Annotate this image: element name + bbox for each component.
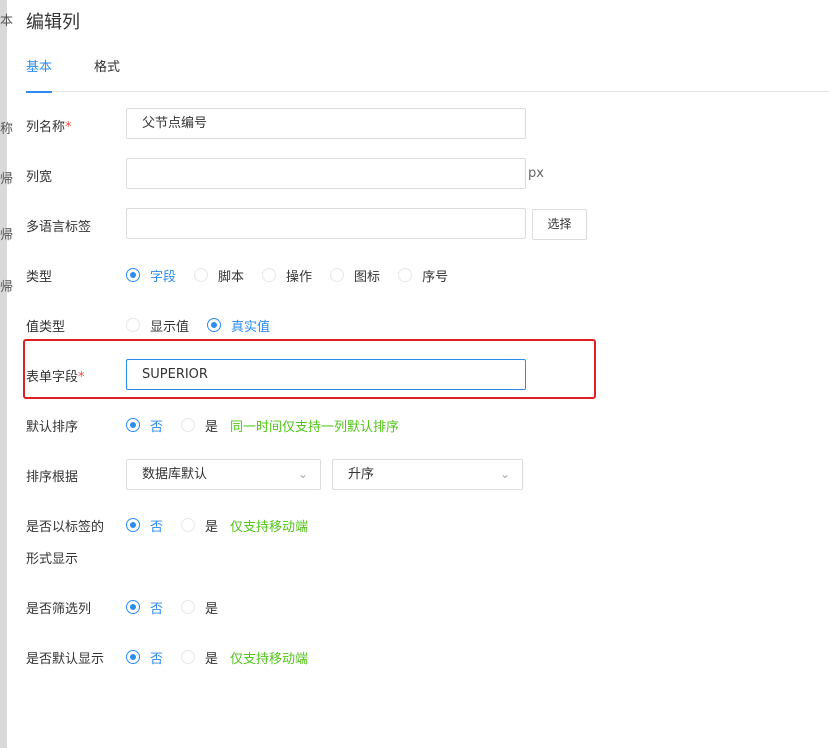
- radio-unchecked-icon: [398, 268, 413, 282]
- radio-checked-icon: [207, 318, 222, 332]
- default-display-option-no[interactable]: 否: [126, 648, 163, 667]
- default-display-radio-group: 否 是 仅支持移动端: [126, 647, 308, 667]
- radio-checked-icon: [126, 268, 140, 282]
- radio-checked-icon: [126, 600, 140, 614]
- i18n-label-label: 多语言标签: [26, 220, 92, 235]
- background-window-edge: [0, 0, 7, 748]
- tab-format[interactable]: 格式: [94, 58, 120, 92]
- filter-column-label: 是否筛选列: [26, 602, 92, 617]
- default-display-hint: 仅支持移动端: [230, 651, 309, 667]
- i18n-label-input[interactable]: [126, 208, 526, 239]
- value-type-option-real[interactable]: 真实值: [207, 316, 270, 335]
- radio-unchecked-icon: [194, 268, 209, 282]
- show-as-tag-label-line1: 是否以标签的: [26, 520, 105, 535]
- radio-unchecked-icon: [181, 418, 196, 432]
- radio-unchecked-icon: [181, 600, 196, 614]
- radio-unchecked-icon: [330, 268, 345, 282]
- filter-column-option-no[interactable]: 否: [126, 598, 163, 617]
- type-radio-group: 字段 脚本 操作 图标 序号: [126, 265, 466, 285]
- filter-column-option-yes[interactable]: 是: [181, 598, 218, 617]
- type-option-icon[interactable]: 图标: [330, 266, 380, 285]
- type-option-action[interactable]: 操作: [262, 266, 312, 285]
- background-text-fragment: 本: [0, 14, 14, 29]
- type-label: 类型: [26, 270, 53, 285]
- px-unit-suffix: px: [528, 166, 544, 181]
- value-type-label: 值类型: [26, 320, 66, 335]
- tab-basic[interactable]: 基本: [26, 58, 53, 93]
- column-width-label: 列宽: [26, 170, 53, 185]
- default-sort-radio-group: 否 是 同一时间仅支持一列默认排序: [126, 415, 399, 435]
- dialog-title: 编辑列: [26, 12, 80, 33]
- show-as-tag-option-no[interactable]: 否: [126, 516, 163, 535]
- background-text-fragment: 帰: [0, 172, 14, 187]
- radio-checked-icon: [126, 418, 140, 432]
- radio-unchecked-icon: [126, 318, 140, 332]
- background-text-fragment: 帰: [0, 228, 14, 243]
- radio-checked-icon: [126, 518, 140, 532]
- required-mark: *: [78, 370, 85, 385]
- default-sort-option-yes[interactable]: 是: [181, 416, 218, 435]
- default-sort-label: 默认排序: [26, 420, 79, 435]
- background-text-fragment: 帰: [0, 280, 14, 295]
- radio-unchecked-icon: [181, 518, 196, 532]
- form-field-label: 表单字段*: [26, 370, 85, 385]
- sort-source-select[interactable]: 数据库默认 ⌄: [126, 459, 321, 490]
- default-display-label: 是否默认显示: [26, 652, 105, 667]
- column-width-input[interactable]: [126, 158, 526, 189]
- form-field-input[interactable]: SUPERIOR: [126, 359, 526, 390]
- select-button[interactable]: 选择: [532, 209, 587, 240]
- show-as-tag-radio-group: 否 是 仅支持移动端: [126, 515, 308, 535]
- type-option-field[interactable]: 字段: [126, 266, 176, 285]
- default-display-option-yes[interactable]: 是: [181, 648, 218, 667]
- radio-checked-icon: [126, 650, 140, 664]
- default-sort-hint: 同一时间仅支持一列默认排序: [230, 419, 400, 435]
- default-sort-option-no[interactable]: 否: [126, 416, 163, 435]
- show-as-tag-label-line2: 形式显示: [26, 552, 79, 567]
- background-text-fragment: 称: [0, 122, 14, 137]
- radio-unchecked-icon: [181, 650, 196, 664]
- show-as-tag-hint: 仅支持移动端: [230, 519, 309, 535]
- value-type-option-display[interactable]: 显示值: [126, 316, 189, 335]
- type-option-script[interactable]: 脚本: [194, 266, 244, 285]
- required-mark: *: [65, 120, 72, 135]
- column-name-input[interactable]: 父节点编号: [126, 108, 526, 139]
- sort-basis-label: 排序根据: [26, 470, 79, 485]
- chevron-down-icon: ⌄: [297, 467, 308, 481]
- show-as-tag-option-yes[interactable]: 是: [181, 516, 218, 535]
- chevron-down-icon: ⌄: [499, 467, 510, 481]
- tab-bar: 基本 格式: [26, 58, 829, 93]
- type-option-index[interactable]: 序号: [398, 266, 448, 285]
- filter-column-radio-group: 否 是: [126, 597, 236, 617]
- column-name-label: 列名称*: [26, 120, 72, 135]
- radio-unchecked-icon: [262, 268, 277, 282]
- sort-order-select[interactable]: 升序 ⌄: [332, 459, 523, 490]
- value-type-radio-group: 显示值 真实值: [126, 315, 288, 335]
